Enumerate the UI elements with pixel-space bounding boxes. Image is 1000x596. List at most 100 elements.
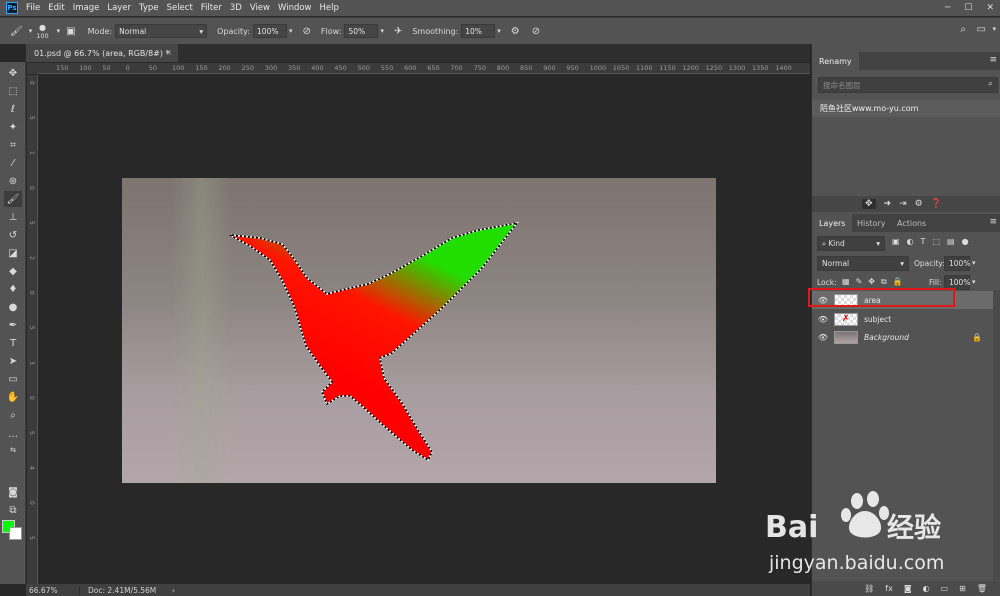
horizontal-ruler[interactable]: 150 100 50 0 50 100 150 200 250 300 350 400 450 500 55… bbox=[38, 63, 810, 74]
menu-view[interactable]: View bbox=[250, 3, 270, 13]
layer-row-background[interactable]: 👁 Background 🔒 bbox=[812, 328, 994, 346]
opacity-field[interactable]: 100% bbox=[253, 24, 287, 38]
menu-image[interactable]: Image bbox=[73, 3, 100, 13]
quick-mask-icon[interactable]: ◙ bbox=[4, 484, 22, 500]
document-image[interactable] bbox=[122, 178, 716, 483]
visibility-eye-icon[interactable]: 👁 bbox=[812, 333, 834, 342]
renamy-list-item[interactable]: 陌鱼社区www.mo-yu.com bbox=[812, 100, 1000, 117]
lock-pixels-icon[interactable]: ✎ bbox=[856, 277, 863, 287]
mode-select[interactable]: Normal ▾ bbox=[115, 24, 208, 38]
pen-tool-icon[interactable]: ✒ bbox=[4, 317, 22, 333]
layer-filter-select[interactable]: ⌕ Kind ▾ bbox=[817, 236, 885, 251]
zoom-tool-icon[interactable]: ⌕ bbox=[4, 407, 22, 423]
more-tools-icon[interactable]: … bbox=[4, 426, 22, 442]
pixel-filter-icon[interactable]: ▣ bbox=[892, 237, 900, 246]
renamy-plugin-icon[interactable]: ✥ bbox=[862, 199, 876, 209]
zoom-level[interactable]: 66.67% bbox=[26, 585, 80, 595]
lock-position-icon[interactable]: ✥ bbox=[868, 277, 875, 287]
help-icon[interactable]: ❓ bbox=[931, 199, 942, 209]
tab-renamy[interactable]: Renamy bbox=[812, 52, 859, 70]
adjustment-filter-icon[interactable]: ◐ bbox=[907, 237, 914, 246]
move-tool-icon[interactable]: ✥ bbox=[4, 65, 22, 81]
tab-layers[interactable]: Layers bbox=[812, 214, 853, 232]
brush-tool-preset-icon[interactable]: 🖌 bbox=[10, 26, 23, 37]
quick-select-tool-icon[interactable]: ✦ bbox=[4, 119, 22, 135]
panel-menu-icon[interactable]: ≡ bbox=[989, 217, 997, 227]
blend-mode-select[interactable]: Normal ▾ bbox=[817, 256, 909, 271]
chevron-down-icon[interactable]: ▾ bbox=[972, 259, 976, 267]
eraser-tool-icon[interactable]: ◪ bbox=[4, 245, 22, 261]
clone-stamp-tool-icon[interactable]: ⊥ bbox=[4, 209, 22, 225]
visibility-eye-icon[interactable]: 👁 bbox=[812, 315, 834, 324]
smoothing-field[interactable]: 10% bbox=[461, 24, 496, 38]
lock-transparent-icon[interactable]: ▦ bbox=[842, 277, 850, 287]
menu-select[interactable]: Select bbox=[167, 3, 193, 13]
panel-menu-icon[interactable]: ≡ bbox=[989, 55, 997, 65]
tab-actions[interactable]: Actions bbox=[890, 214, 933, 232]
new-layer-icon[interactable]: ⊞ bbox=[959, 584, 966, 593]
eyedropper-tool-icon[interactable]: ⁄ bbox=[4, 155, 22, 171]
tab-history[interactable]: History bbox=[850, 214, 892, 232]
status-menu-arrow[interactable]: › bbox=[172, 586, 175, 595]
menu-window[interactable]: Window bbox=[278, 3, 312, 13]
adjustment-layer-icon[interactable]: ◐ bbox=[923, 584, 930, 593]
chevron-down-icon[interactable]: ▾ bbox=[972, 278, 976, 286]
close-window-icon[interactable]: ✕ bbox=[986, 3, 994, 13]
type-tool-icon[interactable]: T bbox=[4, 335, 22, 351]
canvas-area[interactable] bbox=[38, 75, 810, 584]
chevron-down-icon[interactable]: ▾ bbox=[289, 27, 293, 35]
screen-mode-icon[interactable]: ⧉ bbox=[4, 502, 22, 518]
flow-field[interactable]: 50% bbox=[344, 24, 379, 38]
history-brush-tool-icon[interactable]: ↺ bbox=[4, 227, 22, 243]
shape-filter-icon[interactable]: ⬚ bbox=[932, 237, 940, 246]
gear-icon[interactable]: ⚙ bbox=[915, 199, 923, 209]
lock-all-icon[interactable]: 🔒 bbox=[893, 277, 903, 287]
menu-filter[interactable]: Filter bbox=[201, 3, 222, 13]
brush-tool-icon[interactable]: 🖌 bbox=[4, 191, 22, 207]
minimize-icon[interactable]: ─ bbox=[945, 3, 950, 13]
menu-3d[interactable]: 3D bbox=[230, 3, 242, 13]
search-icon[interactable]: ⌕ bbox=[988, 79, 993, 89]
rectangle-tool-icon[interactable]: ▭ bbox=[4, 371, 22, 387]
blur-tool-icon[interactable]: ♦ bbox=[4, 281, 22, 297]
brush-settings-icon[interactable]: ▣ bbox=[66, 26, 75, 37]
close-icon[interactable]: × bbox=[165, 48, 172, 57]
crop-tool-icon[interactable]: ⌗ bbox=[4, 137, 22, 153]
menu-file[interactable]: File bbox=[26, 3, 40, 13]
arrow-right-icon[interactable]: ➜ bbox=[884, 199, 892, 209]
menu-type[interactable]: Type bbox=[139, 3, 159, 13]
menu-edit[interactable]: Edit bbox=[48, 3, 64, 13]
search-icon[interactable]: ⌕ bbox=[960, 24, 966, 35]
layer-row-subject[interactable]: 👁 ✗ subject bbox=[812, 310, 994, 328]
chevron-down-icon[interactable]: ▾ bbox=[992, 25, 996, 33]
airbrush-icon[interactable]: ✈ bbox=[394, 26, 402, 37]
path-selection-tool-icon[interactable]: ➤ bbox=[4, 353, 22, 369]
hand-tool-icon[interactable]: ✋ bbox=[4, 389, 22, 405]
menu-help[interactable]: Help bbox=[320, 3, 339, 13]
filter-toggle-icon[interactable]: ● bbox=[962, 237, 969, 246]
lock-artboard-icon[interactable]: ⧉ bbox=[881, 277, 887, 287]
renamy-search-input[interactable]: 搜命名图层 ⌕ bbox=[818, 77, 998, 93]
export-icon[interactable]: ⇥ bbox=[899, 199, 907, 209]
workspace-icon[interactable]: ▭ bbox=[977, 24, 986, 35]
document-tab[interactable]: 01.psd @ 66.7% (area, RGB/8#) * × bbox=[26, 44, 178, 62]
default-colors-icon[interactable]: ⇆ bbox=[4, 442, 22, 458]
vertical-ruler[interactable]: 05105205305405 bbox=[27, 75, 38, 585]
trash-icon[interactable]: 🗑 bbox=[977, 584, 987, 593]
paint-bucket-tool-icon[interactable]: ◆ bbox=[4, 263, 22, 279]
marquee-tool-icon[interactable]: ⬚ bbox=[4, 83, 22, 99]
healing-brush-tool-icon[interactable]: ⊛ bbox=[4, 173, 22, 189]
layer-style-icon[interactable]: fx bbox=[885, 584, 893, 593]
lasso-tool-icon[interactable]: ℓ bbox=[4, 101, 22, 117]
brush-size-picker[interactable]: ● 100 bbox=[36, 23, 48, 40]
pressure-size-icon[interactable]: ⊘ bbox=[532, 26, 540, 37]
gear-icon[interactable]: ⚙ bbox=[511, 26, 520, 37]
layer-opacity-field[interactable]: 100% bbox=[944, 256, 970, 271]
new-group-icon[interactable]: ▭ bbox=[941, 584, 949, 593]
menu-layer[interactable]: Layer bbox=[107, 3, 131, 13]
add-mask-icon[interactable]: ◙ bbox=[904, 584, 912, 593]
type-filter-icon[interactable]: T bbox=[921, 237, 926, 246]
chevron-down-icon[interactable]: ▾ bbox=[29, 27, 33, 35]
smart-object-filter-icon[interactable]: ▤ bbox=[947, 237, 955, 246]
dodge-tool-icon[interactable]: ● bbox=[4, 299, 22, 315]
